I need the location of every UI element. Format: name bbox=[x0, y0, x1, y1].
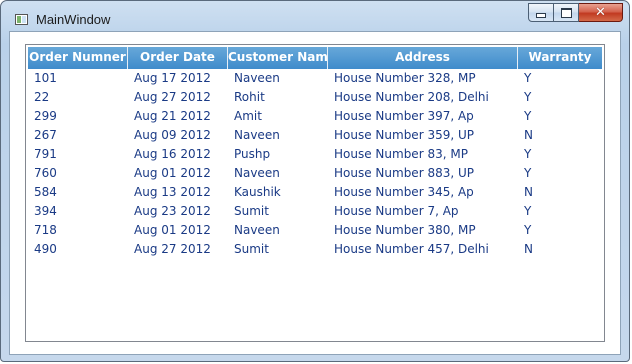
table-row[interactable]: 267 Aug 09 2012 Naveen House Number 359, UP… bbox=[28, 126, 602, 145]
order-number-cell[interactable]: 101 bbox=[28, 69, 128, 88]
warranty-cell[interactable]: Y bbox=[518, 145, 602, 164]
warranty-cell[interactable]: N bbox=[518, 126, 602, 145]
table-row[interactable]: 760 Aug 01 2012 Naveen House Number 883, UP… bbox=[28, 164, 602, 183]
warranty-cell[interactable]: Y bbox=[518, 69, 602, 88]
customer-name-cell[interactable]: Naveen bbox=[228, 69, 328, 88]
order-number-cell[interactable]: 760 bbox=[28, 164, 128, 183]
order-number-cell[interactable]: 791 bbox=[28, 145, 128, 164]
order-date-cell[interactable]: Aug 13 2012 bbox=[128, 183, 228, 202]
warranty-cell[interactable]: Y bbox=[518, 107, 602, 126]
window-controls: ✕ bbox=[528, 3, 623, 23]
column-header-address[interactable]: Address bbox=[328, 47, 518, 69]
warranty-cell[interactable]: Y bbox=[518, 202, 602, 221]
customer-name-cell[interactable]: Amit bbox=[228, 107, 328, 126]
table-row[interactable]: 718 Aug 01 2012 Naveen House Number 380, MP… bbox=[28, 221, 602, 240]
order-date-cell[interactable]: Aug 16 2012 bbox=[128, 145, 228, 164]
address-cell[interactable]: House Number 208, Delhi bbox=[328, 88, 518, 107]
address-cell[interactable]: House Number 359, UP bbox=[328, 126, 518, 145]
customer-name-cell[interactable]: Sumit bbox=[228, 240, 328, 259]
column-header-customer-name[interactable]: Customer Name bbox=[228, 47, 328, 69]
table-row[interactable]: 394 Aug 23 2012 Sumit House Number 7, Ap Y bbox=[28, 202, 602, 221]
minimize-button[interactable] bbox=[528, 3, 554, 22]
app-window-icon[interactable] bbox=[15, 14, 28, 25]
address-cell[interactable]: House Number 345, Ap bbox=[328, 183, 518, 202]
order-date-cell[interactable]: Aug 27 2012 bbox=[128, 240, 228, 259]
order-number-cell[interactable]: 22 bbox=[28, 88, 128, 107]
warranty-cell[interactable]: Y bbox=[518, 221, 602, 240]
order-number-cell[interactable]: 299 bbox=[28, 107, 128, 126]
title-bar[interactable]: MainWindow ✕ bbox=[1, 1, 629, 31]
table-row[interactable]: 22 Aug 27 2012 Rohit House Number 208, Delh… bbox=[28, 88, 602, 107]
client-area: Order Numner Order Date Customer Name Ad… bbox=[9, 31, 621, 355]
warranty-cell[interactable]: N bbox=[518, 240, 602, 259]
order-number-cell[interactable]: 718 bbox=[28, 221, 128, 240]
main-window: MainWindow ✕ Order Numner Order Date Cus… bbox=[0, 0, 630, 362]
warranty-cell[interactable]: Y bbox=[518, 88, 602, 107]
grid-header: Order Numner Order Date Customer Name Ad… bbox=[28, 47, 602, 69]
order-number-cell[interactable]: 267 bbox=[28, 126, 128, 145]
warranty-cell[interactable]: Y bbox=[518, 164, 602, 183]
order-number-cell[interactable]: 490 bbox=[28, 240, 128, 259]
window-title: MainWindow bbox=[36, 12, 111, 27]
order-number-cell[interactable]: 394 bbox=[28, 202, 128, 221]
grid-body: 101 Aug 17 2012 Naveen House Number 328, MP… bbox=[28, 69, 602, 259]
order-date-cell[interactable]: Aug 21 2012 bbox=[128, 107, 228, 126]
orders-data-grid[interactable]: Order Numner Order Date Customer Name Ad… bbox=[25, 44, 605, 342]
customer-name-cell[interactable]: Sumit bbox=[228, 202, 328, 221]
maximize-icon bbox=[560, 7, 572, 18]
column-header-order-date[interactable]: Order Date bbox=[128, 47, 228, 69]
address-cell[interactable]: House Number 328, MP bbox=[328, 69, 518, 88]
table-row[interactable]: 584 Aug 13 2012 Kaushik House Number 345, A… bbox=[28, 183, 602, 202]
order-date-cell[interactable]: Aug 27 2012 bbox=[128, 88, 228, 107]
order-number-cell[interactable]: 584 bbox=[28, 183, 128, 202]
table-row[interactable]: 299 Aug 21 2012 Amit House Number 397, Ap Y bbox=[28, 107, 602, 126]
table-row[interactable]: 490 Aug 27 2012 Sumit House Number 457, Del… bbox=[28, 240, 602, 259]
close-icon: ✕ bbox=[595, 5, 606, 20]
address-cell[interactable]: House Number 83, MP bbox=[328, 145, 518, 164]
customer-name-cell[interactable]: Naveen bbox=[228, 164, 328, 183]
order-date-cell[interactable]: Aug 01 2012 bbox=[128, 221, 228, 240]
customer-name-cell[interactable]: Naveen bbox=[228, 126, 328, 145]
customer-name-cell[interactable]: Naveen bbox=[228, 221, 328, 240]
maximize-button[interactable] bbox=[554, 3, 579, 22]
column-header-warranty[interactable]: Warranty bbox=[518, 47, 602, 69]
customer-name-cell[interactable]: Pushp bbox=[228, 145, 328, 164]
minimize-icon bbox=[536, 13, 546, 18]
table-row[interactable]: 791 Aug 16 2012 Pushp House Number 83, MP Y bbox=[28, 145, 602, 164]
address-cell[interactable]: House Number 883, UP bbox=[328, 164, 518, 183]
address-cell[interactable]: House Number 7, Ap bbox=[328, 202, 518, 221]
table-row[interactable]: 101 Aug 17 2012 Naveen House Number 328, MP… bbox=[28, 69, 602, 88]
address-cell[interactable]: House Number 457, Delhi bbox=[328, 240, 518, 259]
address-cell[interactable]: House Number 380, MP bbox=[328, 221, 518, 240]
order-date-cell[interactable]: Aug 01 2012 bbox=[128, 164, 228, 183]
warranty-cell[interactable]: N bbox=[518, 183, 602, 202]
customer-name-cell[interactable]: Rohit bbox=[228, 88, 328, 107]
order-date-cell[interactable]: Aug 23 2012 bbox=[128, 202, 228, 221]
customer-name-cell[interactable]: Kaushik bbox=[228, 183, 328, 202]
order-date-cell[interactable]: Aug 17 2012 bbox=[128, 69, 228, 88]
column-header-order-number[interactable]: Order Numner bbox=[28, 47, 128, 69]
close-button[interactable]: ✕ bbox=[579, 3, 623, 22]
order-date-cell[interactable]: Aug 09 2012 bbox=[128, 126, 228, 145]
address-cell[interactable]: House Number 397, Ap bbox=[328, 107, 518, 126]
